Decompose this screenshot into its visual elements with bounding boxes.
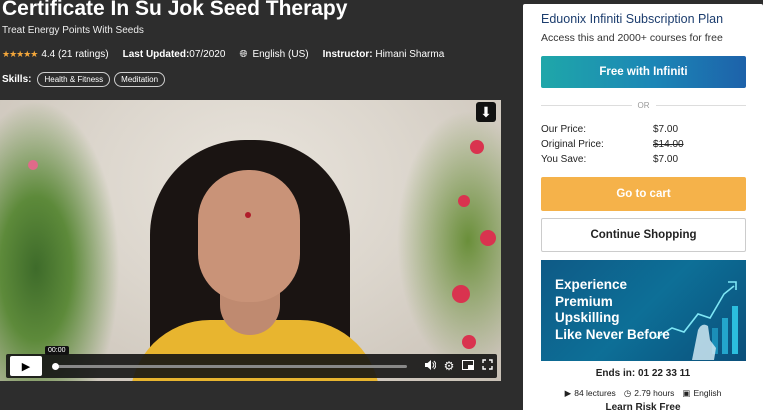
our-price-label: Our Price:	[541, 124, 587, 135]
our-price-row: Our Price: $7.00	[541, 124, 746, 135]
progress-track[interactable]	[52, 362, 407, 370]
skill-chip[interactable]: Meditation	[114, 72, 166, 87]
flower	[480, 230, 496, 246]
flower	[458, 195, 470, 207]
captions-icon: ▣	[682, 388, 691, 398]
play-icon: ▶	[21, 360, 31, 373]
instructor-label: Instructor:	[322, 49, 373, 60]
go-to-cart-button[interactable]: Go to cart	[541, 177, 746, 211]
you-save-label: You Save:	[541, 154, 587, 165]
instructor-name[interactable]: Himani Sharma	[375, 49, 444, 60]
original-price-label: Original Price:	[541, 139, 604, 150]
original-price-value: $14.00	[653, 139, 684, 150]
course-hours: 2.79 hours	[634, 388, 675, 398]
flower	[462, 335, 476, 349]
video-controls: ▶ ⚙	[6, 354, 497, 378]
divider-line	[655, 104, 746, 106]
flower	[28, 160, 38, 170]
free-with-infiniti-button[interactable]: Free with Infiniti	[541, 56, 746, 88]
learn-risk-free-text: Learn Risk Free	[605, 402, 681, 410]
rating-text: 4.4 (21 ratings)	[41, 49, 109, 60]
clock-icon: ◷	[623, 388, 632, 398]
download-icon: ⬇	[480, 103, 492, 120]
video-background-plant-left	[0, 100, 120, 381]
skills-row: Skills: Health & Fitness Meditation	[2, 72, 169, 87]
banner-line: Experience	[555, 277, 628, 292]
course-language: English	[693, 388, 722, 398]
last-updated-value: 07/2020	[189, 49, 226, 60]
promo-banner[interactable]: Experience Premium Upskilling Like Never…	[541, 260, 746, 361]
plan-subtitle: Access this and 2000+ courses for free	[541, 32, 723, 44]
flower	[452, 285, 470, 303]
play-circle-icon: ▶	[564, 388, 572, 398]
fullscreen-icon[interactable]	[481, 359, 493, 373]
rating-stars: ★★★★★	[2, 49, 38, 59]
skills-label: Skills:	[2, 74, 32, 85]
you-save-row: You Save: $7.00	[541, 154, 746, 165]
our-price-value: $7.00	[653, 124, 679, 135]
original-price-row: Original Price: $14.00	[541, 139, 746, 150]
course-facts: ▶ 84 lectures ◷ 2.79 hours ▣ English	[523, 388, 763, 399]
or-text: OR	[637, 100, 650, 110]
skill-chip[interactable]: Health & Fitness	[37, 72, 111, 87]
banner-line: Like Never Before	[555, 326, 670, 342]
globe-icon: 🌐︎	[239, 49, 248, 60]
banner-text: Experience Premium Upskilling Like Never…	[555, 277, 670, 343]
you-save-value: $7.00	[653, 154, 679, 165]
volume-icon[interactable]	[424, 359, 437, 374]
banner-line: Upskilling	[555, 310, 620, 325]
language-text: English (US)	[252, 49, 309, 60]
progress-handle[interactable]	[52, 362, 59, 370]
download-button[interactable]: ⬇	[476, 102, 496, 122]
plan-title: Eduonix Infiniti Subscription Plan	[541, 12, 724, 26]
settings-gear-icon[interactable]: ⚙	[443, 359, 455, 373]
purchase-panel: Eduonix Infiniti Subscription Plan Acces…	[523, 4, 763, 410]
countdown-text: Ends in: 01 22 33 11	[595, 368, 691, 379]
flower	[470, 140, 484, 154]
play-button[interactable]: ▶	[10, 356, 42, 376]
lectures-count: 84 lectures	[574, 388, 616, 398]
presenter-face	[198, 170, 300, 302]
course-title: Certificate In Su Jok Seed Therapy	[2, 0, 348, 20]
picture-in-picture-icon[interactable]	[462, 359, 474, 373]
course-meta: ★★★★★ 4.4 (21 ratings) Last Updated:07/2…	[2, 49, 444, 60]
last-updated-label: Last Updated:	[122, 49, 190, 60]
presenter-bindi	[245, 212, 251, 218]
video-player[interactable]: ⬇ 00:00 ▶ ⚙	[0, 100, 501, 381]
banner-line: Premium	[555, 293, 613, 309]
divider-line	[541, 104, 632, 106]
continue-shopping-button[interactable]: Continue Shopping	[541, 218, 746, 252]
course-subtitle: Treat Energy Points With Seeds	[2, 25, 144, 36]
or-divider: OR	[541, 100, 746, 110]
